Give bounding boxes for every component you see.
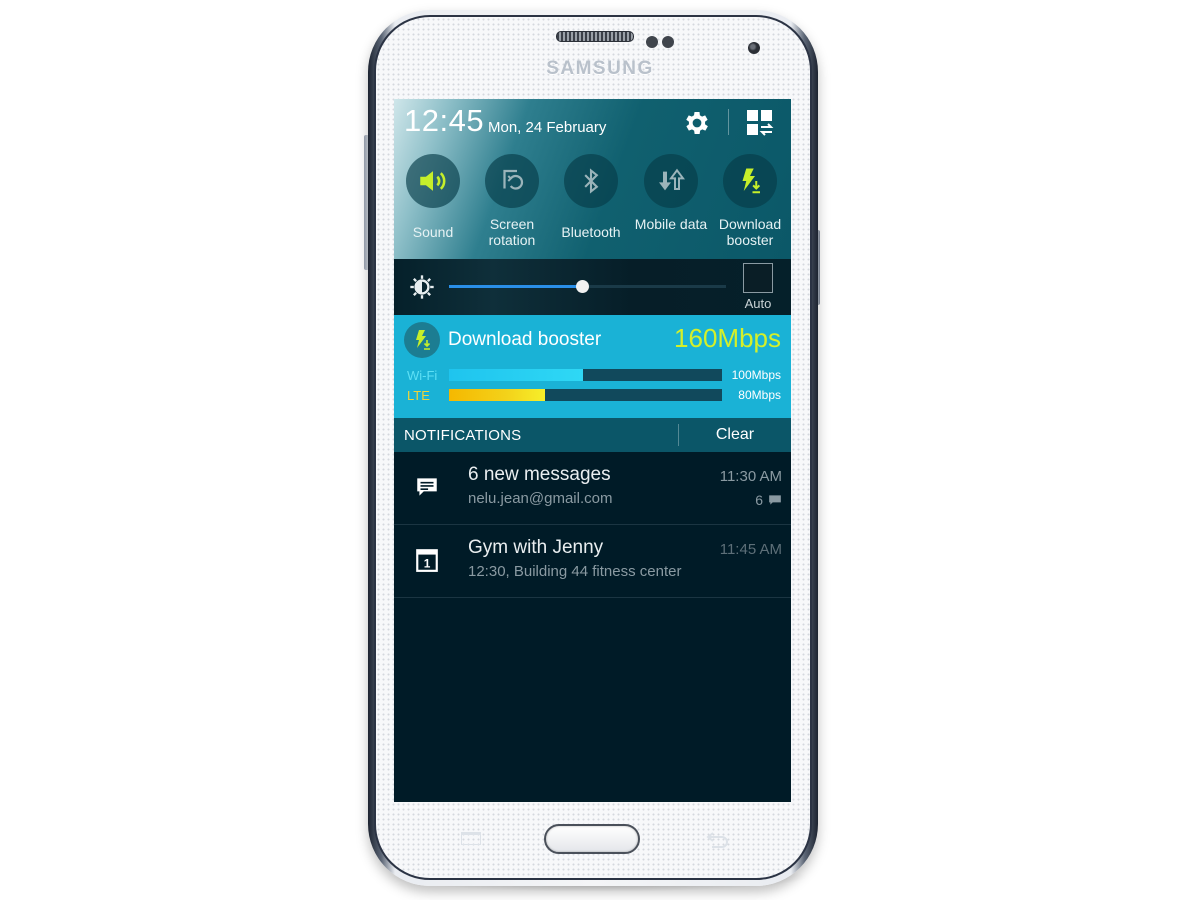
notification-item[interactable]: 1 Gym with Jenny 12:30, Building 44 fitn… [394,525,791,598]
toggle-label: Bluetooth [561,224,621,240]
connection-bar [449,369,722,381]
mobile-data-icon [659,168,685,191]
toggle-label: Mobile data [634,216,708,232]
toggle-label: Screen rotation [488,216,536,248]
booster-icon-badge [404,322,440,358]
connection-bar-fill [449,369,583,381]
notification-subtitle: 12:30, Building 44 fitness center [468,563,682,580]
back-icon [706,832,728,848]
notification-subtitle: nelu.jean@gmail.com [468,490,613,507]
grid-edit-icon [747,110,774,136]
notification-panel: 12:45 Mon, 24 February Sound Screen rota… [394,99,791,802]
notification-title: Gym with Jenny [468,537,604,558]
toggle-label: Download booster [718,216,782,248]
brightness-slider-fill [449,285,582,288]
edit-toggles-button[interactable] [744,107,776,139]
speaker-icon [420,171,446,191]
booster-row-lte: LTE 80Mbps [394,387,791,403]
quick-panel-divider [728,109,729,135]
auto-brightness-checkbox[interactable] [743,263,773,293]
toggle-circle [564,154,618,208]
calendar-icon: 1 [416,549,438,572]
front-camera [748,42,760,54]
notification-title: 6 new messages [468,464,611,485]
notification-item[interactable]: 6 new messages nelu.jean@gmail.com 11:30… [394,452,791,525]
quick-toggles: Sound Screen rotation Bluetooth Mobile d… [394,154,791,259]
booster-title: Download booster [448,329,602,350]
notifications-title: NOTIFICATIONS [404,427,522,444]
download-booster-panel[interactable]: Download booster 160Mbps Wi-Fi 100Mbps L… [394,315,791,418]
bluetooth-icon [584,168,599,194]
toggle-bluetooth[interactable]: Bluetooth [551,154,631,240]
date: Mon, 24 February [488,119,607,136]
booster-row-wifi: Wi-Fi 100Mbps [394,367,791,383]
home-button[interactable] [544,824,640,854]
count-value: 6 [755,492,763,508]
settings-button[interactable] [681,107,713,139]
brightness-slider[interactable] [449,280,726,293]
connection-bar-fill [449,389,545,401]
connection-speed: 100Mbps [731,368,781,382]
connection-bar [449,389,722,401]
message-icon [417,478,437,496]
brightness-icon [410,275,434,299]
clear-button[interactable]: Clear [679,418,791,452]
notification-count: 6 [755,492,782,508]
quick-panel: 12:45 Mon, 24 February Sound Screen rota… [394,99,791,259]
clock: 12:45 [404,103,485,138]
earpiece-speaker [556,31,634,42]
toggle-circle [723,154,777,208]
connection-speed: 80Mbps [738,388,781,402]
toggle-label: Sound [412,224,454,240]
booster-total-speed: 160Mbps [674,323,781,353]
gear-icon [686,112,708,134]
message-small-icon [769,495,781,505]
toggle-mobile-data[interactable]: Mobile data [631,154,711,232]
back-key[interactable] [704,828,732,850]
brand-logo: SAMSUNG [546,58,654,79]
toggle-screen-rotation[interactable]: Screen rotation [472,154,552,248]
brightness-slider-thumb[interactable] [575,280,589,293]
toggle-circle [644,154,698,208]
connection-name: Wi-Fi [407,368,438,383]
download-booster-icon [742,168,761,194]
toggle-circle [406,154,460,208]
notification-time: 11:45 AM [719,541,782,558]
auto-brightness-label: Auto [744,296,772,311]
svg-text:1: 1 [424,557,431,571]
proximity-sensor [646,36,658,48]
download-booster-icon [416,330,431,350]
toggle-sound[interactable]: Sound [394,154,473,240]
toggle-download-booster[interactable]: Download booster [710,154,790,248]
notification-time: 11:30 AM [719,468,782,485]
connection-name: LTE [407,388,430,403]
recent-apps-key[interactable] [461,832,481,845]
screen-rotation-icon [503,169,524,190]
notifications-header: NOTIFICATIONS Clear [394,418,791,452]
light-sensor [662,36,674,48]
brightness-bar: Auto [394,259,791,315]
toggle-circle [485,154,539,208]
